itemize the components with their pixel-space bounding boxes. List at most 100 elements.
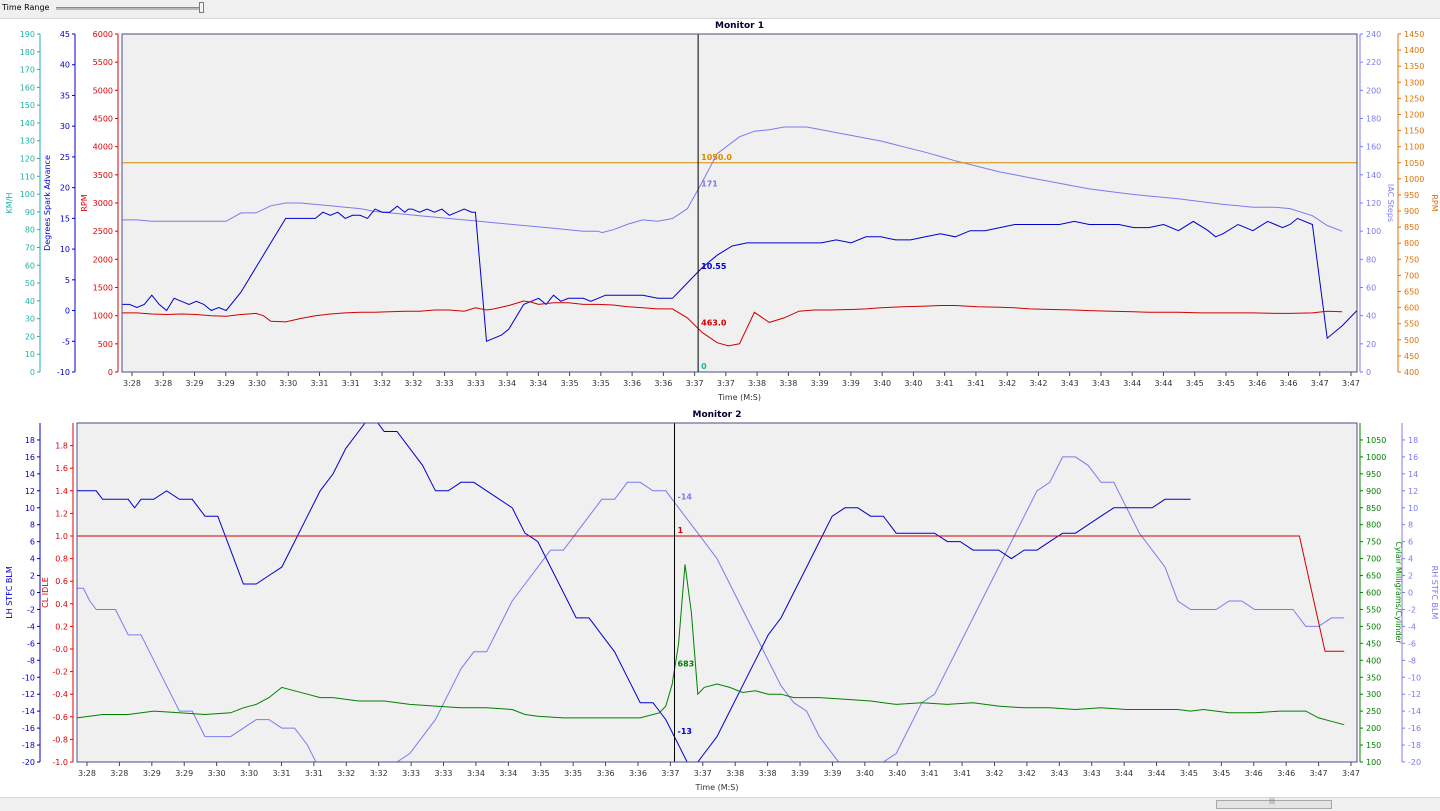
- x-tick-label: 3:40: [888, 769, 906, 778]
- axis-tick-label: 170: [20, 66, 35, 75]
- axis-tick-label: 130: [20, 137, 35, 146]
- axis-tick-label: 500: [1404, 336, 1419, 345]
- cursor-value-label: -13: [678, 727, 692, 736]
- axis-tick-label: 500: [1366, 622, 1381, 631]
- x-tick-label: 3:34: [498, 379, 516, 388]
- x-tick-label: 3:32: [404, 379, 422, 388]
- axis-tick-label: 15: [60, 214, 70, 223]
- axis-tick-label: 1000: [93, 312, 113, 321]
- axis-tick-label: -16: [22, 724, 35, 733]
- axis-tick-label: -16: [1408, 724, 1421, 733]
- x-tick-label: 3:31: [305, 769, 323, 778]
- axis-tick-label: -2: [27, 605, 35, 614]
- axis-tick-label: 35: [60, 91, 70, 100]
- axis-tick-label: 1.2: [55, 509, 68, 518]
- x-tick-label: 3:34: [499, 769, 517, 778]
- axis-tick-label: 400: [1404, 368, 1419, 377]
- axis-tick-label: -14: [22, 707, 35, 716]
- axis-tick-label: 3000: [93, 199, 113, 208]
- axis-label: Degrees Spark Advance: [43, 155, 52, 251]
- cursor-value-label: 1: [678, 526, 684, 535]
- axis-tick-label: 12: [1408, 487, 1418, 496]
- axis-tick-label: 8: [1408, 521, 1413, 530]
- axis-tick-label: 6: [1408, 538, 1413, 547]
- time-range-label: Time Range: [2, 3, 50, 12]
- axis-tick-label: 60: [25, 261, 35, 270]
- axis-tick-label: 100: [20, 190, 35, 199]
- axis-tick-label: 200: [1366, 86, 1381, 95]
- axis-tick-label: 850: [1366, 504, 1381, 513]
- axis-tick-label: -10: [1408, 673, 1421, 682]
- axis-tick-label: 500: [98, 340, 113, 349]
- axis-tick-label: 2500: [93, 227, 113, 236]
- x-tick-label: 3:41: [953, 769, 971, 778]
- x-tick-label: 3:30: [248, 379, 266, 388]
- x-tick-label: 3:40: [904, 379, 922, 388]
- x-tick-label: 3:38: [726, 769, 744, 778]
- axis-tick-label: 1.8: [55, 442, 68, 451]
- axis-tick-label: 1400: [1404, 46, 1424, 55]
- axis-tick-label: 1350: [1404, 62, 1424, 71]
- axis-tick-label: 400: [1366, 656, 1381, 665]
- x-tick-label: 3:37: [717, 379, 735, 388]
- axis-tick-label: 18: [1408, 436, 1418, 445]
- x-tick-label: 3:31: [272, 769, 290, 778]
- time-range-slider-thumb[interactable]: [199, 2, 204, 13]
- x-tick-label: 3:38: [759, 769, 777, 778]
- axis-tick-label: -5: [62, 337, 70, 346]
- axis-tick-label: 30: [25, 315, 35, 324]
- x-tick-label: 3:41: [936, 379, 954, 388]
- axis-tick-label: 12: [25, 487, 35, 496]
- x-tick-label: 3:43: [1083, 769, 1101, 778]
- axis-tick-label: 1500: [93, 284, 113, 293]
- axis-tick-label: -4: [1408, 622, 1416, 631]
- axis-tick-label: 120: [20, 155, 35, 164]
- axis-tick-label: 16: [1408, 453, 1418, 462]
- axis-tick-label: -4: [27, 622, 35, 631]
- axis-tick-label: 1300: [1404, 78, 1424, 87]
- x-tick-label: 3:28: [123, 379, 141, 388]
- axis-tick-label: 120: [1366, 199, 1381, 208]
- axis-tick-label: 20: [1366, 340, 1376, 349]
- axis-tick-label: 160: [20, 83, 35, 92]
- axis-tick-label: 1100: [1404, 143, 1424, 152]
- axis-tick-label: 80: [1366, 255, 1376, 264]
- axis-tick-label: 160: [1366, 143, 1381, 152]
- x-tick-label: 3:42: [1018, 769, 1036, 778]
- x-tick-label: 3:29: [186, 379, 204, 388]
- axis-tick-label: 750: [1366, 538, 1381, 547]
- axis-tick-label: 1000: [1366, 453, 1386, 462]
- axis-tick-label: -2: [1408, 605, 1416, 614]
- axis-tick-label: 1.0: [55, 532, 68, 541]
- x-tick-label: 3:43: [1061, 379, 1079, 388]
- x-tick-label: 3:30: [208, 769, 226, 778]
- axis-tick-label: 140: [20, 119, 35, 128]
- axis-tick-label: 40: [25, 297, 35, 306]
- axis-tick-label: 0: [65, 307, 70, 316]
- axis-tick-label: -0.8: [52, 735, 68, 744]
- axis-tick-label: 10: [25, 350, 35, 359]
- axis-tick-label: 0: [30, 589, 35, 598]
- horizontal-scrollbar[interactable]: |||: [0, 797, 1440, 811]
- axis-tick-label: -0.2: [52, 668, 68, 677]
- x-tick-label: 3:28: [110, 769, 128, 778]
- axis-tick-label: 190: [20, 30, 35, 39]
- x-tick-label: 3:44: [1148, 769, 1166, 778]
- axis-tick-label: 900: [1404, 207, 1419, 216]
- axis-tick-label: -1.0: [52, 758, 68, 767]
- x-tick-label: 3:47: [1342, 769, 1360, 778]
- chart-title: Monitor 2: [693, 410, 742, 420]
- axis-label: KM/H: [5, 193, 14, 214]
- x-tick-label: 3:28: [78, 769, 96, 778]
- x-tick-label: 3:29: [217, 379, 235, 388]
- axis-tick-label: 14: [1408, 470, 1418, 479]
- x-axis-label: Time (M:S): [717, 393, 761, 402]
- time-range-slider[interactable]: [56, 7, 204, 10]
- x-tick-label: 3:47: [1342, 379, 1360, 388]
- axis-tick-label: 5: [65, 276, 70, 285]
- axis-tick-label: -20: [22, 758, 35, 767]
- axis-tick-label: 650: [1404, 288, 1419, 297]
- x-tick-label: 3:31: [342, 379, 360, 388]
- axis-tick-label: 40: [1366, 312, 1376, 321]
- x-tick-label: 3:36: [629, 769, 647, 778]
